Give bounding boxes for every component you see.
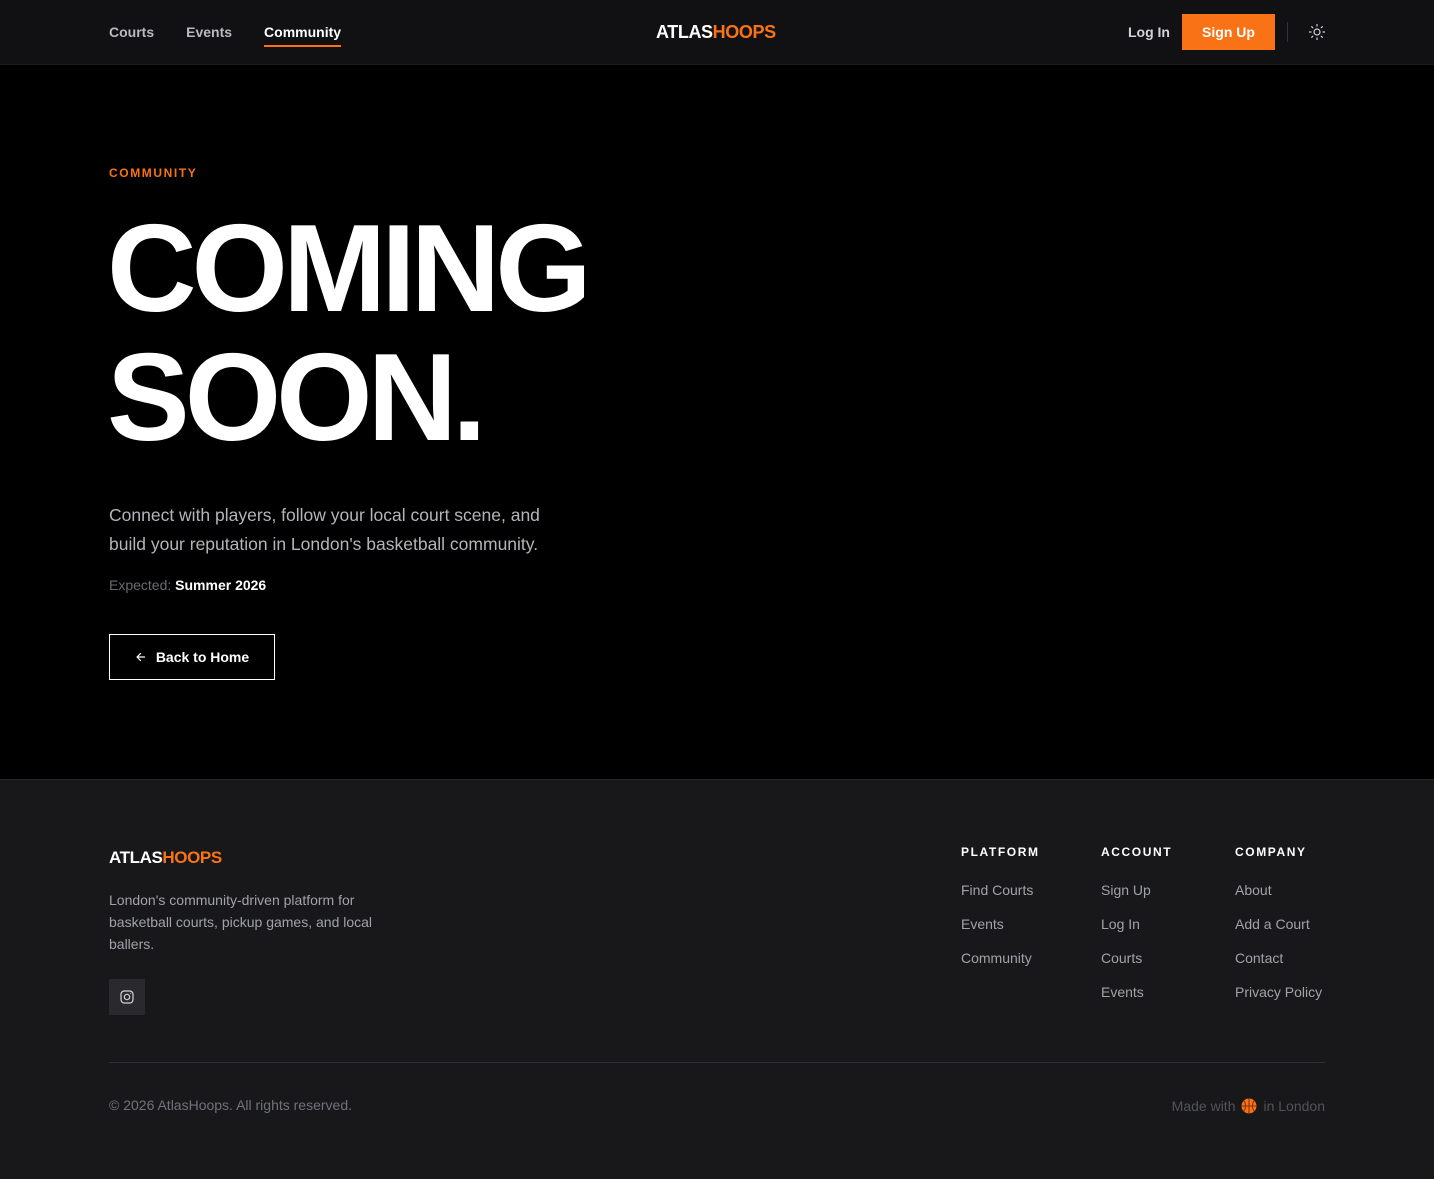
coming-soon-headline: COMING SOON. [107,200,592,467]
footer-logo-atlas: ATLAS [109,848,163,867]
footer-heading-account: ACCOUNT [1101,845,1173,859]
footer-logo[interactable]: ATLASHOOPS [109,848,222,868]
expected-label: Expected: [109,577,172,593]
footer-link-contact[interactable]: Contact [1235,949,1322,967]
site-footer: ATLASHOOPS London's community-driven pla… [0,779,1434,1179]
back-to-home-button[interactable]: Back to Home [109,634,275,680]
site-logo[interactable]: ATLASHOOPS [656,20,776,44]
nav-divider [1287,22,1288,42]
footer-heading-company: COMPANY [1235,845,1307,859]
primary-nav: Courts Events Community [109,0,373,64]
signup-button[interactable]: Sign Up [1182,14,1275,50]
made-with-note: Made with in London [1172,1097,1325,1115]
logo-text-atlas: ATLAS [656,22,713,42]
footer-link-community[interactable]: Community [961,949,1040,967]
sun-icon[interactable] [1308,23,1326,41]
footer-link-log-in[interactable]: Log In [1101,915,1172,933]
footer-link-account-events[interactable]: Events [1101,983,1172,1001]
back-to-home-label: Back to Home [155,649,250,665]
section-eyebrow: COMMUNITY [109,166,198,180]
nav-link-courts[interactable]: Courts [109,22,154,42]
footer-column-account: ACCOUNT Sign Up Log In Courts Events [1101,845,1172,1017]
login-link[interactable]: Log In [1128,24,1170,40]
made-with-suffix: in London [1263,1098,1325,1114]
arrow-left-icon [135,651,147,663]
footer-column-company: COMPANY About Add a Court Contact Privac… [1235,845,1322,1017]
footer-heading-platform: PLATFORM [961,845,1040,859]
footer-link-courts[interactable]: Courts [1101,949,1172,967]
footer-link-privacy-policy[interactable]: Privacy Policy [1235,983,1322,1001]
hero-description: Connect with players, follow your local … [109,505,540,554]
nav-link-community[interactable]: Community [264,22,342,47]
basketball-icon [1240,1097,1258,1115]
footer-link-find-courts[interactable]: Find Courts [961,881,1040,899]
nav-actions: Log In Sign Up [1128,14,1326,50]
headline-line-1: COMING [107,200,592,338]
expected-date: Expected: Summer 2026 [109,576,266,594]
top-navbar: Courts Events Community ATLASHOOPS Log I… [0,0,1434,65]
footer-logo-hoops: HOOPS [162,848,222,867]
headline-line-2: SOON. [107,329,487,467]
footer-column-platform: PLATFORM Find Courts Events Community [961,845,1040,983]
copyright-text: © 2026 AtlasHoops. All rights reserved. [109,1097,352,1113]
made-with-prefix: Made with [1171,1098,1236,1114]
footer-link-events[interactable]: Events [961,915,1040,933]
footer-link-about[interactable]: About [1235,881,1322,899]
logo-text-hoops: HOOPS [712,22,776,42]
expected-value: Summer 2026 [175,577,267,593]
footer-link-sign-up[interactable]: Sign Up [1101,881,1172,899]
nav-link-events[interactable]: Events [186,22,232,42]
instagram-icon[interactable] [109,979,145,1015]
footer-link-add-a-court[interactable]: Add a Court [1235,915,1322,933]
footer-description: London's community-driven platform for b… [109,892,373,952]
footer-divider [109,1062,1325,1063]
